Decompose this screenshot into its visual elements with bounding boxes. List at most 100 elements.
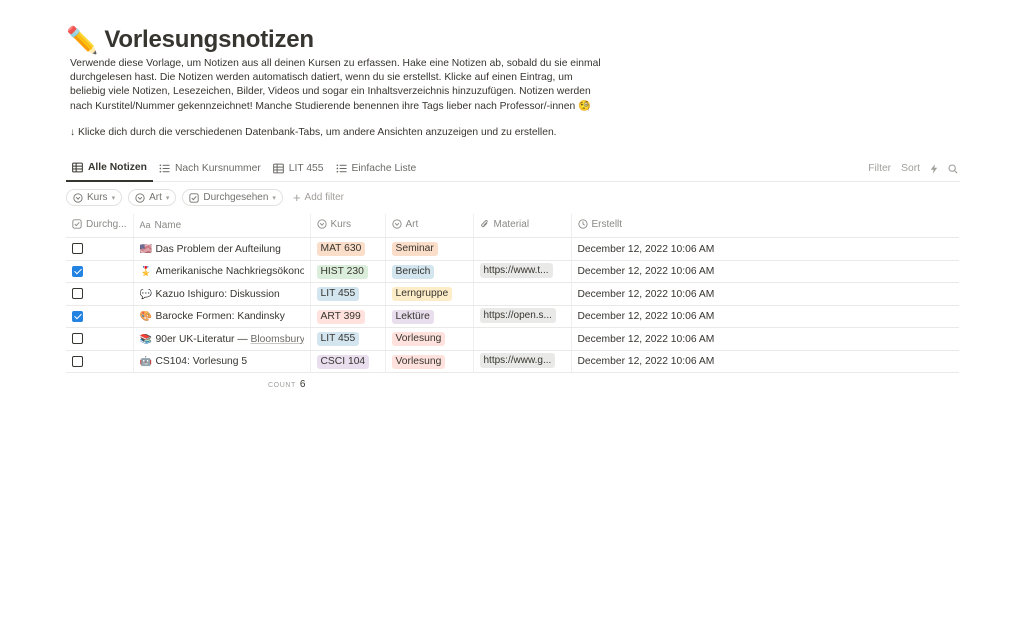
reviewed-checkbox[interactable] [72, 333, 83, 345]
table-row[interactable]: 🎖️ Amerikanische Nachkriegsökonomie HIST 2… [66, 260, 959, 284]
list-icon [336, 164, 347, 173]
cell-material[interactable] [473, 237, 572, 261]
column-header-material[interactable]: Material [473, 213, 572, 239]
cell-name[interactable]: 🎨 Barocke Formen: Kandinsky [133, 305, 311, 329]
tab-alle-notizen[interactable]: Alle Notizen [66, 156, 153, 182]
note-title[interactable]: Kazuo Ishiguro: Diskussion [156, 289, 280, 300]
art-tag: Vorlesung [391, 332, 446, 347]
table-row[interactable]: 🇺🇸 Das Problem der Aufteilung MAT 630 Semin… [66, 237, 959, 261]
cell-erstellt: December 12, 2022 10:06 AM [571, 327, 959, 351]
reviewed-checkbox[interactable] [72, 265, 83, 277]
reviewed-checkbox[interactable] [72, 243, 83, 255]
column-header-kurs[interactable]: Kurs [310, 213, 386, 239]
table-row[interactable]: 🤖 CS104: Vorlesung 5 CSCI 104 Vorlesung http… [66, 350, 959, 374]
cell-name[interactable]: 🎖️ Amerikanische Nachkriegsökonomie [133, 260, 311, 284]
material-link[interactable]: https://open.s... [479, 307, 556, 323]
cell-art[interactable]: Seminar [385, 237, 474, 261]
cell-erstellt: December 12, 2022 10:06 AM [571, 260, 959, 284]
name-wrapper: 🇺🇸 Das Problem der Aufteilung [140, 244, 304, 255]
filter-kurs[interactable]: Kurs ▾ [66, 189, 123, 207]
table-row[interactable]: 💬 Kazuo Ishiguro: Diskussion LIT 455 Lerngr… [66, 282, 959, 306]
note-title[interactable]: 90er UK-Literatur — Bloomsbury [156, 334, 304, 345]
filter-art[interactable]: Art ▾ [128, 189, 177, 207]
cell-art[interactable]: Lerngruppe [385, 282, 474, 306]
filter-button[interactable]: Filter [868, 163, 891, 174]
table-row[interactable]: 📚 90er UK-Literatur — Bloomsbury LIT 455 Vo… [66, 327, 959, 351]
cell-kurs[interactable]: ART 399 [310, 305, 386, 329]
tab-einfache-liste[interactable]: Einfache Liste [330, 156, 423, 181]
tab-label: Nach Kursnummer [174, 162, 261, 174]
art-tag: Lektüre [391, 309, 434, 324]
cell-material[interactable] [473, 327, 572, 351]
notes-table: Durchg... Aa Name Kurs Art Material Erst… [66, 213, 959, 374]
reviewed-checkbox[interactable] [72, 288, 83, 300]
cell-name[interactable]: 🇺🇸 Das Problem der Aufteilung [133, 237, 311, 261]
search-icon[interactable] [948, 164, 958, 174]
note-title[interactable]: Barocke Formen: Kandinsky [156, 311, 285, 322]
filter-label: Art [149, 192, 162, 204]
note-emoji-icon: 🎨 [139, 311, 152, 323]
cell-erstellt: December 12, 2022 10:06 AM [571, 350, 959, 374]
note-title[interactable]: Amerikanische Nachkriegsökonomie [156, 266, 304, 277]
sort-button[interactable]: Sort [901, 163, 920, 174]
art-tag: Lerngruppe [391, 287, 453, 302]
cell-art[interactable]: Bereich [385, 260, 474, 284]
cell-kurs[interactable]: LIT 455 [310, 282, 386, 306]
chevron-down-icon: ▾ [111, 194, 116, 202]
chevron-down-icon: ▾ [165, 194, 170, 202]
cell-kurs[interactable]: HIST 230 [310, 260, 386, 284]
filter-durchgesehen[interactable]: Durchgesehen ▾ [182, 189, 283, 207]
cell-name[interactable]: 🤖 CS104: Vorlesung 5 [133, 350, 311, 374]
page-header: ✏️ Vorlesungsnotizen [66, 24, 960, 56]
chevron-down-icon: ▾ [272, 194, 276, 202]
list-icon [159, 164, 170, 173]
cell-name[interactable]: 📚 90er UK-Literatur — Bloomsbury [133, 327, 311, 351]
cell-material[interactable] [473, 282, 572, 306]
column-header-erstellt[interactable]: Erstellt [571, 213, 959, 239]
column-label: Art [405, 218, 419, 230]
note-title-text: Amerikanische Nachkriegsökonomie [155, 266, 304, 278]
lightning-icon[interactable] [930, 164, 938, 174]
reviewed-checkbox[interactable] [72, 310, 83, 322]
tab-label: LIT 455 [288, 162, 324, 174]
note-title-text: Barocke Formen: Kandinsky [155, 311, 285, 323]
column-header-art[interactable]: Art [385, 213, 474, 239]
name-wrapper: 🎖️ Amerikanische Nachkriegsökonomie [140, 266, 304, 277]
pencil-icon[interactable]: ✏️ [66, 27, 98, 53]
tab-lit-455[interactable]: LIT 455 [267, 156, 330, 181]
note-title-text: Das Problem der Aufteilung [155, 243, 281, 255]
cell-art[interactable]: Vorlesung [385, 350, 474, 374]
cell-kurs[interactable]: MAT 630 [310, 237, 386, 261]
cell-kurs[interactable]: LIT 455 [310, 327, 386, 351]
tab-nach-kursnummer[interactable]: Nach Kursnummer [153, 156, 267, 181]
column-label: Material [493, 218, 530, 230]
view-toolbar: Filter Sort [868, 156, 958, 182]
cell-material[interactable]: https://www.t... [473, 260, 572, 284]
page-title[interactable]: Vorlesungsnotizen [104, 26, 314, 54]
filter-label: Kurs [87, 192, 108, 204]
add-filter-button[interactable]: + Add filter [289, 191, 344, 204]
column-header-name[interactable]: Aa Name [133, 213, 311, 239]
note-title[interactable]: CS104: Vorlesung 5 [156, 356, 248, 367]
cell-art[interactable]: Vorlesung [385, 327, 474, 351]
table-row[interactable]: 🎨 Barocke Formen: Kandinsky ART 399 Lektüre… [66, 305, 959, 329]
table-icon [72, 162, 83, 173]
column-header-durchgesehen[interactable]: Durchg... [66, 213, 134, 239]
cell-material[interactable]: https://open.s... [473, 305, 572, 329]
cell-durchgesehen [66, 282, 134, 306]
reviewed-checkbox[interactable] [72, 355, 83, 367]
material-link[interactable]: https://www.t... [479, 262, 553, 278]
material-link[interactable]: https://www.g... [479, 352, 556, 368]
text-icon: Aa [139, 220, 151, 231]
cell-kurs[interactable]: CSCI 104 [310, 350, 386, 374]
note-emoji-icon: 📚 [139, 333, 152, 345]
column-label: Kurs [330, 218, 352, 230]
cell-material[interactable]: https://www.g... [473, 350, 572, 374]
column-label: Durchg... [86, 218, 127, 230]
count-footer[interactable]: COUNT 6 [268, 379, 305, 390]
kurs-tag: LIT 455 [316, 332, 360, 347]
note-title[interactable]: Das Problem der Aufteilung [156, 244, 281, 255]
note-title-link[interactable]: Bloomsbury [251, 334, 304, 345]
cell-art[interactable]: Lektüre [385, 305, 474, 329]
cell-name[interactable]: 💬 Kazuo Ishiguro: Diskussion [133, 282, 311, 306]
